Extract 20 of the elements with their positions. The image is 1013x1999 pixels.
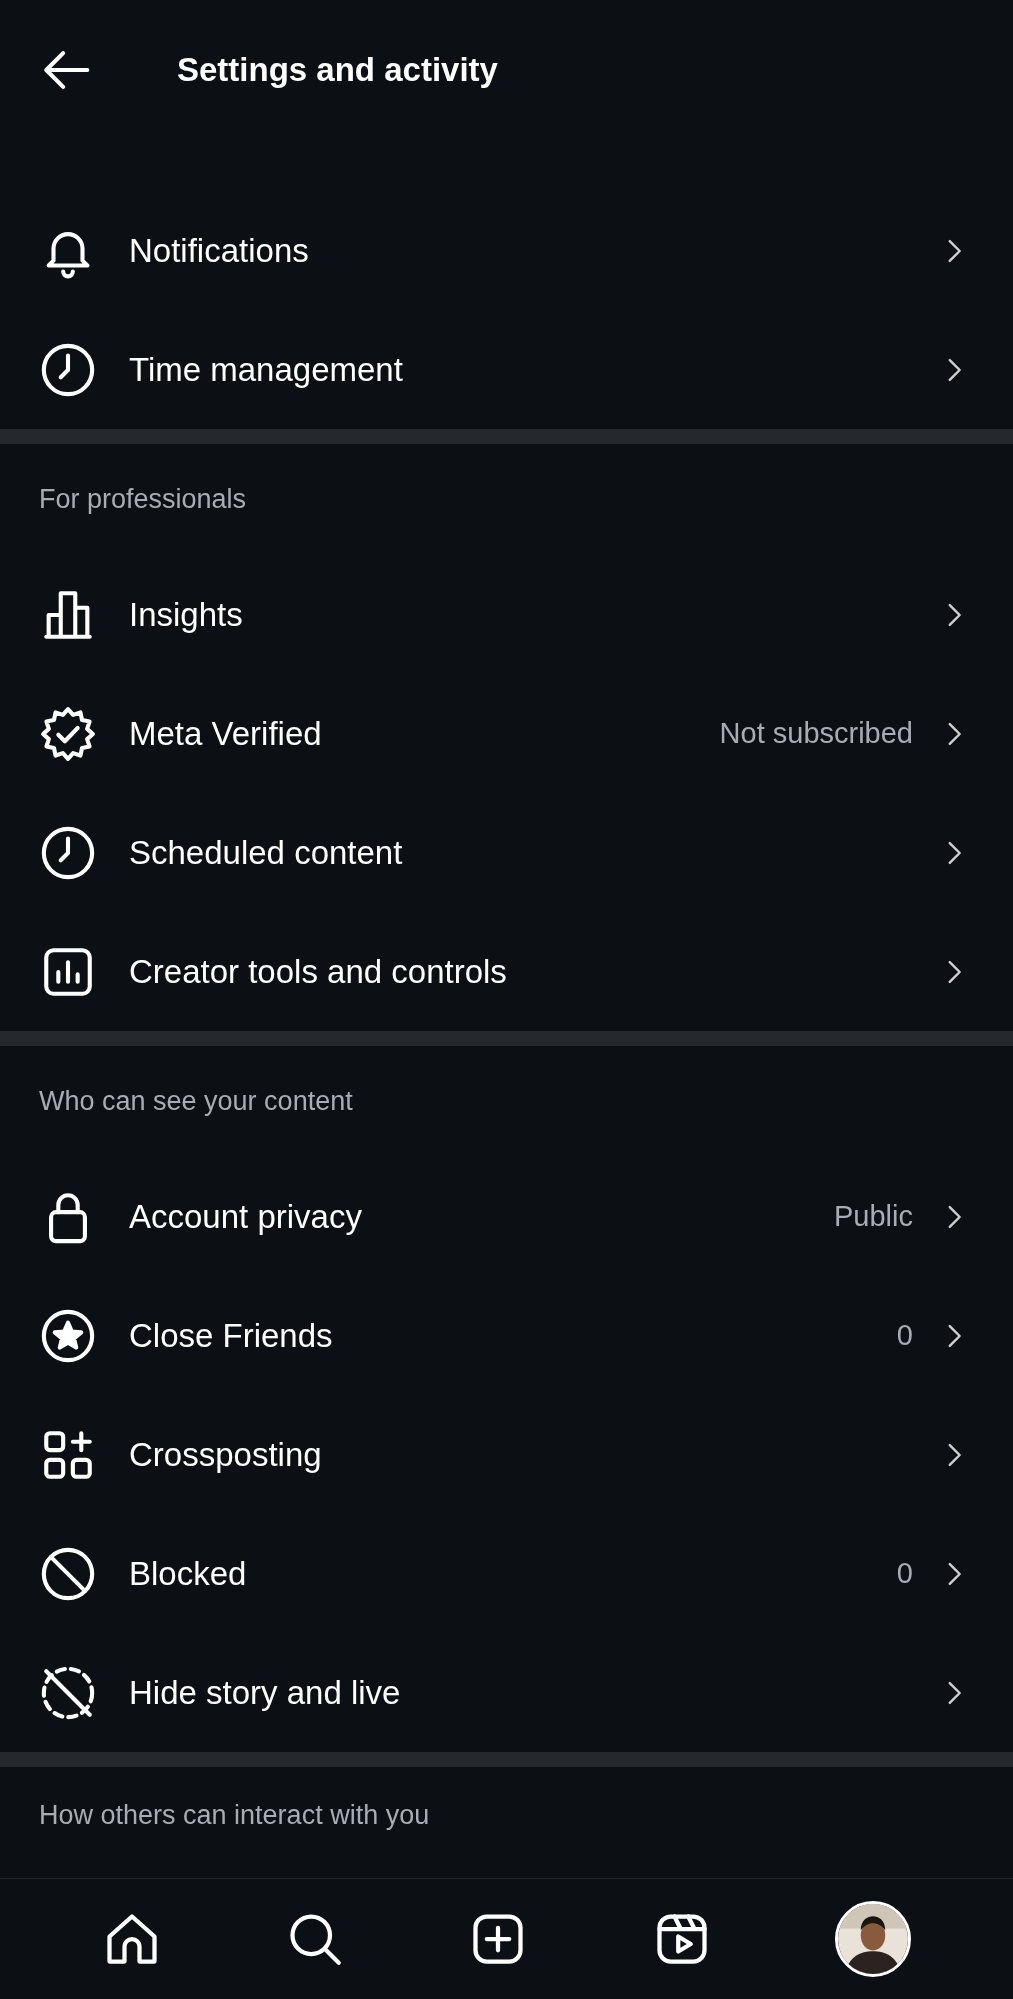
- section-heading: For professionals: [39, 483, 247, 517]
- item-value: 0: [896, 1317, 913, 1353]
- settings-item[interactable]: Account privacy: [129, 1191, 834, 1242]
- page-title: Settings and activity: [177, 50, 498, 90]
- settings-item[interactable]: Crossposting: [129, 1429, 937, 1480]
- section-heading: Who can see your content: [39, 1085, 353, 1119]
- settings-item[interactable]: Meta Verified: [129, 708, 720, 759]
- settings-item[interactable]: Time management: [129, 344, 937, 395]
- settings-item[interactable]: Notifications: [129, 225, 937, 276]
- section-heading: How others can interact with you: [39, 1798, 430, 1832]
- item-value: Public: [834, 1198, 913, 1234]
- settings-item[interactable]: Scheduled content: [129, 827, 937, 878]
- settings-item[interactable]: Hide story and live: [129, 1667, 937, 1718]
- settings-item[interactable]: Blocked: [129, 1548, 897, 1599]
- verified-badge-icon: [39, 704, 97, 763]
- item-value: 0: [896, 1555, 913, 1591]
- settings-item[interactable]: Creator tools and controls: [129, 946, 937, 997]
- item-value: Not subscribed: [719, 715, 913, 751]
- settings-item[interactable]: Close Friends: [129, 1310, 897, 1361]
- settings-item[interactable]: Insights: [129, 589, 937, 640]
